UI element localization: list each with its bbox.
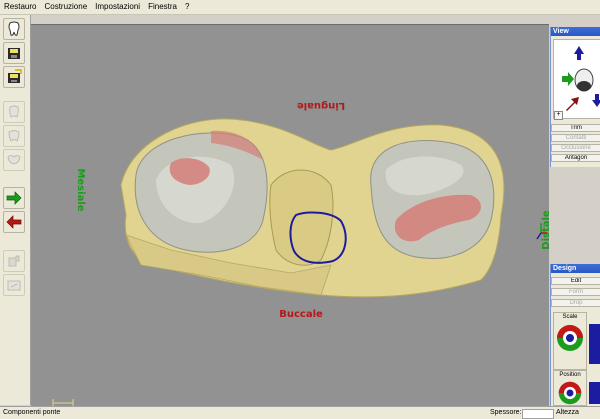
back-button[interactable] — [3, 211, 25, 233]
label-linguale: Linguale — [297, 100, 345, 111]
arrow-up-icon[interactable] — [574, 46, 584, 60]
tooth-tool-button-3[interactable] — [3, 149, 25, 171]
save-icon — [8, 48, 20, 59]
position-control-icon[interactable] — [557, 380, 583, 406]
tool-button-2[interactable] — [3, 274, 25, 296]
design-panel: Design Edit Form Drop Scale Position — [550, 264, 600, 406]
tooth-disabled-icon — [9, 105, 19, 118]
arrow-right-icon[interactable] — [562, 72, 574, 86]
tool-disabled-icon — [8, 255, 20, 267]
menu-help[interactable]: ? — [181, 0, 193, 14]
scale-side-control[interactable] — [589, 324, 600, 364]
scale-marker — [52, 399, 74, 406]
tooth-disabled-icon — [8, 130, 20, 142]
central-ridge — [269, 169, 334, 266]
occlusione-button[interactable]: Occlusione — [551, 144, 600, 152]
menu-bar: Restauro Costruzione Impostazioni Finest… — [0, 0, 600, 15]
save-as-button[interactable] — [3, 66, 25, 88]
tooth-tool-button-2[interactable] — [3, 125, 25, 147]
menu-finestra[interactable]: Finestra — [144, 0, 181, 14]
tooth-icon — [8, 21, 20, 36]
dental-model-view[interactable]: Linguale Mesiale Distale Buccale — [31, 25, 549, 407]
status-bar: Componenti ponte Spessore: Altezza — [0, 406, 600, 419]
scale-control-icon[interactable] — [555, 323, 585, 353]
back-arrow-icon — [6, 215, 22, 229]
label-distale: Distale — [541, 210, 549, 250]
form-button[interactable]: Form — [551, 288, 600, 296]
tool-button-1[interactable] — [3, 250, 25, 272]
view-orientation-widget[interactable] — [553, 39, 600, 119]
spessore-label: Spessore: — [490, 409, 522, 416]
3d-viewport[interactable]: Linguale Mesiale Distale Buccale — [31, 24, 549, 407]
trim-button[interactable]: Trim — [551, 124, 600, 132]
menu-restauro[interactable]: Restauro — [0, 0, 40, 14]
menu-impostazioni[interactable]: Impostazioni — [91, 0, 144, 14]
arrow-down-icon[interactable] — [592, 94, 600, 107]
position-group: Position — [553, 370, 587, 406]
next-button[interactable] — [3, 187, 25, 209]
position-side-control[interactable] — [589, 382, 600, 404]
design-panel-title: Design — [551, 264, 600, 273]
label-buccale: Buccale — [279, 309, 323, 320]
menu-costruzione[interactable]: Costruzione — [40, 0, 91, 14]
expand-icon[interactable]: + — [554, 111, 563, 120]
tool-disabled-icon — [7, 280, 21, 291]
next-arrow-icon — [6, 191, 22, 205]
edit-button[interactable]: Edit — [551, 277, 600, 285]
arrow-diagonal-icon[interactable] — [566, 97, 579, 111]
contatti-button[interactable]: Contatti — [551, 134, 600, 142]
scale-label: Scale — [562, 314, 578, 320]
save-as-icon — [8, 69, 22, 83]
antagon-button[interactable]: Antagon — [551, 154, 600, 162]
position-label: Position — [559, 372, 581, 378]
left-toolbar — [0, 15, 31, 405]
drop-button[interactable]: Drop — [551, 299, 600, 307]
tooth-tool-button-1[interactable] — [3, 101, 25, 123]
altezza-label: Altezza — [556, 409, 579, 416]
tooth-button[interactable] — [3, 18, 25, 40]
status-text: Componenti ponte — [3, 409, 61, 416]
tooth-disabled-icon — [7, 155, 21, 165]
label-mesiale: Mesiale — [75, 168, 86, 211]
view-panel: View + Trim Contatti Occlusione Antagon — [550, 27, 600, 167]
view-panel-title: View — [551, 27, 600, 36]
scale-group: Scale — [553, 312, 587, 370]
save-button[interactable] — [3, 42, 25, 64]
